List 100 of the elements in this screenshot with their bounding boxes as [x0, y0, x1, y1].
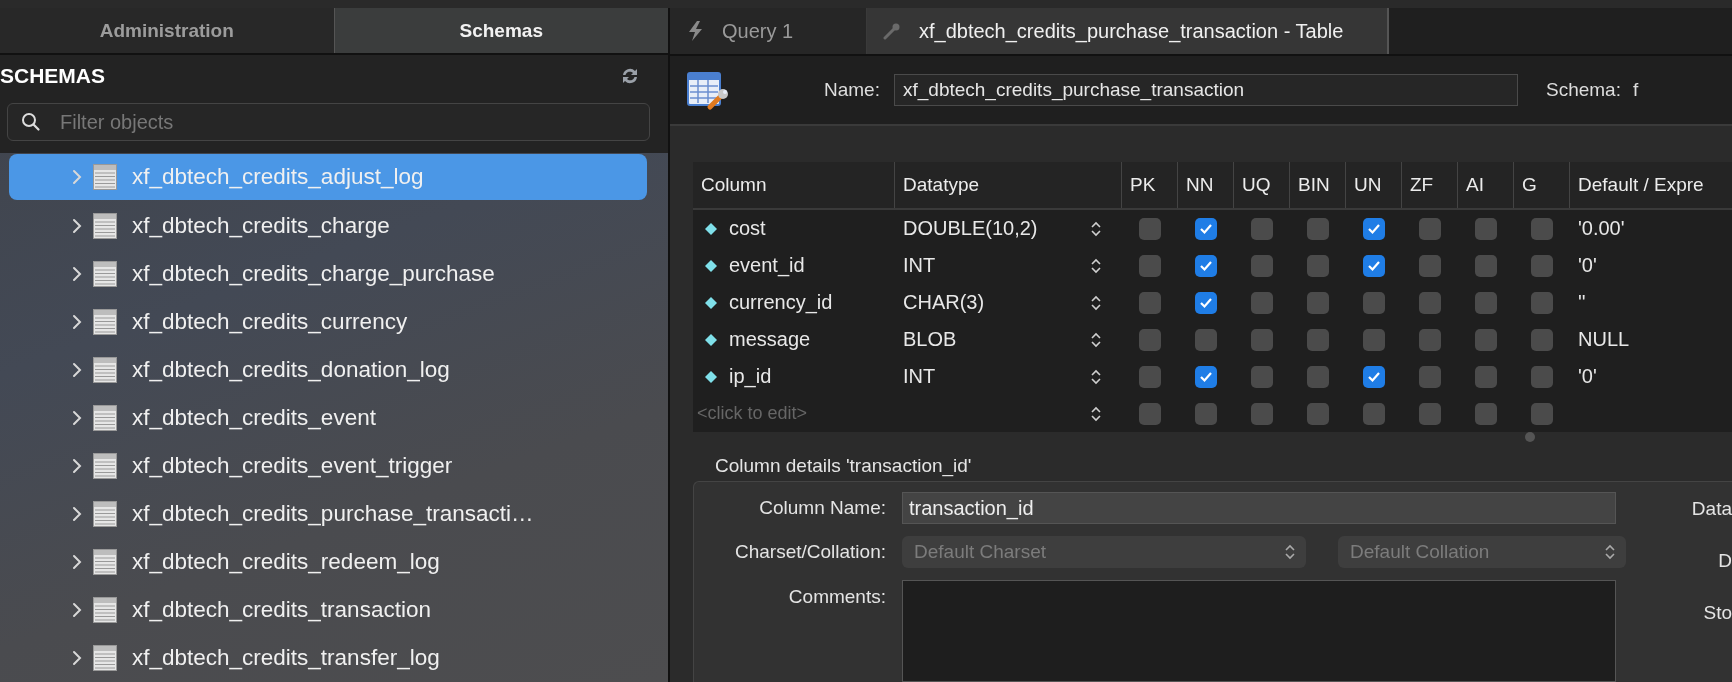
- schema-table-item[interactable]: xf_dbtech_credits_charge: [9, 202, 647, 250]
- checkbox[interactable]: [1139, 328, 1161, 351]
- column-name: currency_id: [729, 291, 833, 315]
- checkbox[interactable]: [1251, 217, 1273, 240]
- checkbox[interactable]: [1531, 402, 1553, 425]
- checkbox[interactable]: [1363, 328, 1385, 351]
- field-label: D: [1718, 550, 1732, 572]
- checkbox[interactable]: [1419, 254, 1441, 277]
- checkbox[interactable]: [1475, 291, 1497, 314]
- column-header[interactable]: BIN: [1290, 162, 1346, 209]
- stepper-icon: [1604, 544, 1616, 560]
- field-label: Data: [1691, 498, 1732, 520]
- checkbox[interactable]: [1531, 328, 1553, 351]
- checkbox[interactable]: [1139, 402, 1161, 425]
- checkbox[interactable]: [1363, 365, 1385, 388]
- checkbox[interactable]: [1251, 254, 1273, 277]
- details-title: Column details 'transaction_id': [714, 455, 973, 479]
- checkbox[interactable]: [1251, 365, 1273, 388]
- checkbox[interactable]: [1419, 365, 1441, 388]
- schema-table-item[interactable]: xf_dbtech_credits_event: [9, 394, 647, 442]
- schema-table-item[interactable]: xf_dbtech_credits_charge_purchase: [9, 250, 647, 298]
- scroll-indicator[interactable]: [1525, 432, 1535, 443]
- checkbox[interactable]: [1419, 217, 1441, 240]
- table-icon: [93, 501, 117, 527]
- schema-table-item[interactable]: xf_dbtech_credits_transfer_log: [9, 634, 647, 682]
- checkbox[interactable]: [1475, 365, 1497, 388]
- checkbox[interactable]: [1139, 291, 1161, 314]
- charset-label: Charset/Collation:: [733, 541, 886, 563]
- checkbox[interactable]: [1307, 365, 1329, 388]
- checkbox[interactable]: [1195, 217, 1217, 240]
- checkbox[interactable]: [1419, 291, 1441, 314]
- column-header[interactable]: Column: [693, 162, 895, 209]
- column-header[interactable]: UN: [1346, 162, 1402, 209]
- editor-tab[interactable]: xf_dbtech_credits_purchase_transaction - Table: [867, 8, 1390, 55]
- stepper-icon: [1090, 331, 1102, 348]
- checkbox[interactable]: [1139, 217, 1161, 240]
- checkbox[interactable]: [1307, 402, 1329, 425]
- column-name-label: Column Name:: [758, 497, 886, 519]
- checkbox[interactable]: [1363, 254, 1385, 277]
- checkbox[interactable]: [1419, 402, 1441, 425]
- default-value: '0': [1577, 365, 1598, 389]
- chevron-icon: [71, 650, 83, 666]
- schema-table-item[interactable]: xf_dbtech_credits_currency: [9, 298, 647, 346]
- column-header[interactable]: G: [1514, 162, 1570, 209]
- chevron-icon: [71, 266, 83, 282]
- schema-table-item[interactable]: xf_dbtech_credits_event_trigger: [9, 442, 647, 490]
- sidebar-tab[interactable]: Schemas: [333, 8, 668, 54]
- checkbox[interactable]: [1139, 365, 1161, 388]
- checkbox[interactable]: [1251, 328, 1273, 351]
- checkbox[interactable]: [1363, 291, 1385, 314]
- schema-table-item[interactable]: xf_dbtech_credits_transaction: [9, 586, 647, 634]
- column-name: cost: [729, 217, 766, 241]
- checkbox[interactable]: [1531, 291, 1553, 314]
- checkbox[interactable]: [1195, 402, 1217, 425]
- column-header[interactable]: ZF: [1402, 162, 1458, 209]
- checkbox[interactable]: [1307, 291, 1329, 314]
- chevron-icon: [71, 410, 83, 426]
- column-name-field[interactable]: transaction_id: [902, 492, 1616, 524]
- comments-field[interactable]: [902, 580, 1616, 682]
- checkbox[interactable]: [1363, 402, 1385, 425]
- column-header[interactable]: AI: [1458, 162, 1514, 209]
- checkbox[interactable]: [1195, 291, 1217, 314]
- schema-table-item[interactable]: xf_dbtech_credits_redeem_log: [9, 538, 647, 586]
- checkbox[interactable]: [1475, 217, 1497, 240]
- checkbox[interactable]: [1139, 254, 1161, 277]
- column-name: ip_id: [729, 365, 772, 389]
- checkbox[interactable]: [1531, 217, 1553, 240]
- column-header[interactable]: Datatype: [895, 162, 1122, 209]
- checkbox[interactable]: [1195, 328, 1217, 351]
- column-header[interactable]: NN: [1178, 162, 1234, 209]
- column-header[interactable]: PK: [1122, 162, 1178, 209]
- column-name: event_id: [729, 254, 805, 278]
- editor-tab[interactable]: Query 1: [670, 8, 867, 55]
- checkbox[interactable]: [1195, 365, 1217, 388]
- checkbox[interactable]: [1251, 402, 1273, 425]
- table-wrench-icon: [686, 69, 730, 112]
- filter-field[interactable]: Filter objects: [7, 103, 650, 141]
- checkbox[interactable]: [1195, 254, 1217, 277]
- stepper-icon: [1090, 220, 1102, 237]
- column-header[interactable]: UQ: [1234, 162, 1290, 209]
- schema-table-item[interactable]: xf_dbtech_credits_purchase_transacti…: [9, 490, 647, 538]
- column-header[interactable]: Default / Expre: [1570, 162, 1732, 209]
- table-name-field[interactable]: xf_dbtech_credits_purchase_transaction: [893, 74, 1518, 107]
- datatype-value: DOUBLE(10,2): [903, 217, 1038, 241]
- checkbox[interactable]: [1531, 365, 1553, 388]
- checkbox[interactable]: [1307, 328, 1329, 351]
- checkbox[interactable]: [1419, 328, 1441, 351]
- checkbox[interactable]: [1363, 217, 1385, 240]
- checkbox[interactable]: [1475, 254, 1497, 277]
- schema-table-item[interactable]: xf_dbtech_credits_donation_log: [9, 346, 647, 394]
- table-icon: [93, 645, 117, 671]
- table-icon: [93, 549, 117, 575]
- checkbox[interactable]: [1307, 217, 1329, 240]
- checkbox[interactable]: [1475, 328, 1497, 351]
- checkbox[interactable]: [1307, 254, 1329, 277]
- stepper-icon: [1090, 405, 1102, 422]
- stepper-icon: [1090, 368, 1102, 385]
- checkbox[interactable]: [1475, 402, 1497, 425]
- checkbox[interactable]: [1251, 291, 1273, 314]
- checkbox[interactable]: [1531, 254, 1553, 277]
